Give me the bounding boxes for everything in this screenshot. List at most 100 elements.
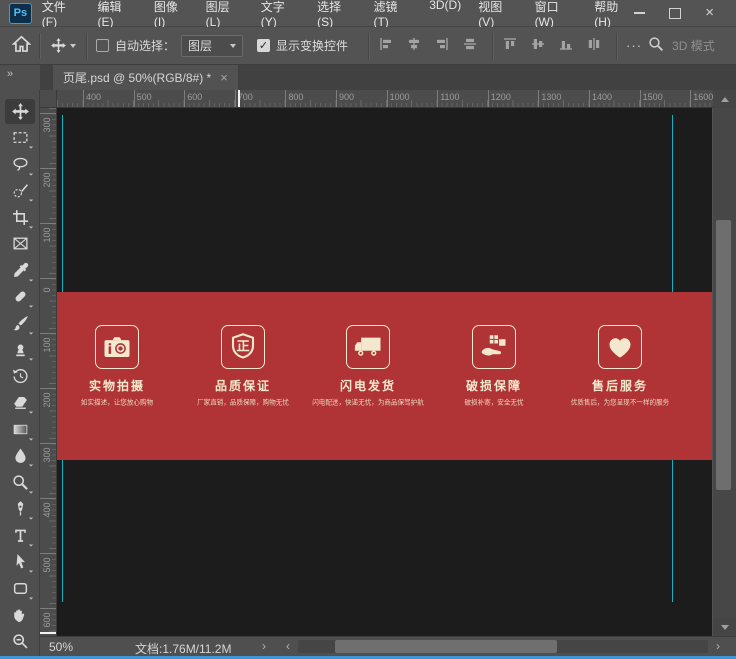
ruler-tick: [387, 90, 388, 107]
tool-zoom-icon[interactable]: [0, 628, 40, 655]
menu-item[interactable]: 文字(Y): [261, 0, 300, 29]
ruler-tick: [40, 223, 56, 224]
service-title: 品质保证: [215, 377, 271, 394]
service-title: 闪电发货: [340, 377, 396, 394]
home-icon[interactable]: [12, 35, 31, 57]
tool-spot-healing-brush-icon[interactable]: [0, 284, 40, 311]
document-canvas[interactable]: 实物拍摄如实描述，让您放心购物正品质保证厂家直销，品质保障，购物无忧闪电发货闪电…: [57, 108, 712, 636]
menu-item[interactable]: 图层(L): [206, 0, 244, 29]
menu-item[interactable]: 3D(D): [429, 0, 461, 29]
document-tab[interactable]: 页尾.psd @ 50%(RGB/8#) * ×: [53, 65, 238, 90]
auto-select-checkbox[interactable]: [96, 39, 109, 52]
menu-item[interactable]: 文件(F): [42, 0, 81, 29]
tool-gradient-icon[interactable]: [0, 416, 40, 443]
tool-crop-icon[interactable]: [0, 204, 40, 231]
menu-items: 文件(F) 编辑(E) 图像(I) 图层(L) 文字(Y) 选择(S) 滤镜(T) 3D(D)…: [42, 0, 634, 29]
vertical-ruler[interactable]: 3002001000100200300400500600: [40, 108, 57, 636]
tool-hand-icon[interactable]: [0, 602, 40, 629]
align-left-edges-icon[interactable]: [378, 36, 394, 55]
shield-zheng-icon: 正: [221, 325, 265, 369]
service-item: 闪电发货闪电配送，快递无忧，为商品保驾护航: [298, 325, 438, 408]
chevron-down-icon: [230, 44, 236, 48]
vertical-scrollbar[interactable]: [713, 108, 736, 636]
minimize-icon[interactable]: [634, 12, 645, 14]
tool-path-selection-icon[interactable]: [0, 549, 40, 576]
align-right-edges-icon[interactable]: [434, 36, 450, 55]
scroll-up-icon[interactable]: [713, 90, 736, 108]
more-options-icon[interactable]: ···: [626, 38, 642, 53]
tool-eyedropper-icon[interactable]: [0, 257, 40, 284]
horizontal-ruler[interactable]: 4005006007008009001000110012001300140015…: [57, 90, 713, 108]
align-bottom-edges-icon[interactable]: [558, 36, 574, 55]
ruler-tick: [40, 278, 56, 279]
tool-object-selection-icon[interactable]: [0, 178, 40, 205]
tool-clone-stamp-icon[interactable]: [0, 337, 40, 364]
ruler-tick: [83, 90, 84, 107]
ruler-tick: [589, 90, 590, 107]
search-icon[interactable]: [648, 36, 664, 55]
menu-item[interactable]: 窗口(W): [535, 0, 578, 29]
ruler-corner[interactable]: [40, 90, 57, 108]
menu-item[interactable]: 编辑(E): [98, 0, 137, 29]
close-icon[interactable]: ×: [705, 8, 714, 18]
horizontal-scrollbar[interactable]: [298, 640, 708, 653]
photoshop-window: Ps 文件(F) 编辑(E) 图像(I) 图层(L) 文字(Y) 选择(S) 滤镜(T) 3D…: [0, 0, 736, 659]
tool-frame-icon[interactable]: [0, 231, 40, 258]
vertical-scrollbar-thumb[interactable]: [716, 220, 731, 490]
ruler-label: 200: [42, 392, 52, 408]
ruler-tick: [40, 443, 56, 444]
menu-item[interactable]: 图像(I): [154, 0, 189, 29]
ruler-label: 400: [42, 502, 52, 518]
tool-dodge-icon[interactable]: [0, 469, 40, 496]
toolbox: [0, 90, 40, 659]
ruler-tick: [336, 90, 337, 107]
tool-rectangular-marquee-icon[interactable]: [0, 125, 40, 152]
tool-eraser-icon[interactable]: [0, 390, 40, 417]
service-title: 破损保障: [466, 377, 522, 394]
ruler-label: 900: [339, 92, 354, 102]
show-transform-label: 显示变换控件: [276, 37, 348, 54]
svg-text:正: 正: [236, 339, 249, 354]
zoom-level-field[interactable]: 50%: [49, 640, 73, 654]
horizontal-scrollbar-thumb[interactable]: [335, 640, 557, 653]
tool-brush-icon[interactable]: [0, 310, 40, 337]
show-transform-checkbox[interactable]: ✓: [257, 39, 270, 52]
tool-lasso-icon[interactable]: [0, 151, 40, 178]
tool-move-icon[interactable]: [0, 98, 40, 125]
scroll-down-icon[interactable]: [713, 618, 736, 636]
ruler-tick: [640, 90, 641, 107]
auto-select-label: 自动选择：: [115, 37, 175, 54]
ruler-cursor-marker: [40, 632, 56, 634]
align-top-edges-icon[interactable]: [502, 36, 518, 55]
ruler-label: 1600: [693, 92, 713, 102]
photoshop-logo-icon[interactable]: Ps: [9, 3, 32, 24]
distribute-vertical-centers-icon[interactable]: [586, 36, 602, 55]
align-vertical-centers-icon[interactable]: [530, 36, 546, 55]
scroll-left-icon[interactable]: ‹: [286, 639, 290, 653]
move-tool-preset[interactable]: [51, 38, 76, 53]
menu-item[interactable]: 滤镜(T): [373, 0, 412, 29]
chevron-down-icon: [70, 44, 76, 48]
menu-item[interactable]: 帮助(H): [594, 0, 634, 29]
tool-pen-icon[interactable]: [0, 496, 40, 523]
maximize-icon[interactable]: [669, 8, 681, 19]
status-popup-chevron-icon[interactable]: ›: [262, 639, 266, 653]
ruler-label: 100: [42, 227, 52, 243]
menu-item[interactable]: 视图(V): [478, 0, 517, 29]
tool-rectangle-shape-icon[interactable]: [0, 575, 40, 602]
tool-type-icon[interactable]: [0, 522, 40, 549]
menu-item[interactable]: 选择(S): [317, 0, 356, 29]
ruler-tick: [690, 90, 691, 107]
tool-blur-icon[interactable]: [0, 443, 40, 470]
expand-panels-icon[interactable]: »: [0, 65, 40, 90]
scroll-right-icon[interactable]: ›: [716, 639, 720, 653]
distribute-horizontal-centers-icon[interactable]: [462, 36, 478, 55]
footer-banner: 实物拍摄如实描述，让您放心购物正品质保证厂家直销，品质保障，购物无忧闪电发货闪电…: [57, 292, 712, 460]
tool-history-brush-icon[interactable]: [0, 363, 40, 390]
service-item: 正品质保证厂家直销，品质保障，购物无忧: [173, 325, 313, 408]
align-horizontal-centers-icon[interactable]: [406, 36, 422, 55]
auto-select-target-value: 图层: [188, 37, 212, 54]
document-tab-bar: » 页尾.psd @ 50%(RGB/8#) * ×: [0, 65, 736, 90]
tab-close-icon[interactable]: ×: [220, 70, 228, 85]
auto-select-target-dropdown[interactable]: 图层: [181, 35, 243, 57]
